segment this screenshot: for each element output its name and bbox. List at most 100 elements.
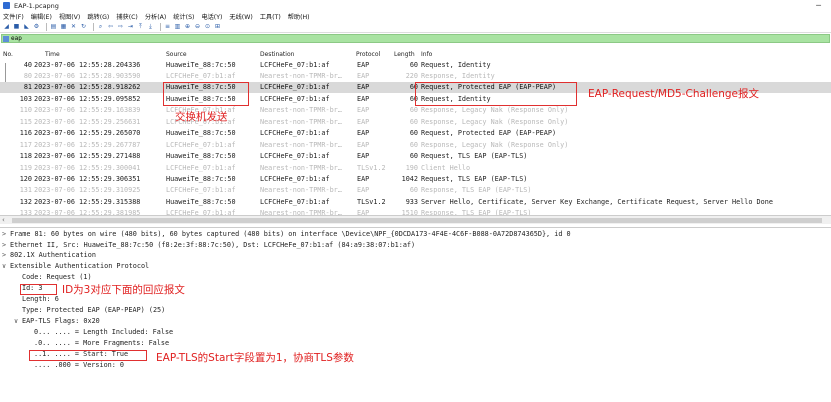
menu-tools[interactable]: 工具(T) bbox=[260, 12, 281, 21]
detail-line[interactable]: > Frame 81: 60 bytes on wire (480 bits), … bbox=[2, 230, 571, 238]
reload-icon[interactable]: ↻ bbox=[80, 23, 87, 30]
expand-arrow-icon[interactable]: > bbox=[2, 241, 10, 249]
restart-capture-icon[interactable]: ◣ bbox=[23, 23, 30, 30]
detail-line[interactable]: Type: Protected EAP (EAP-PEAP) (25) bbox=[22, 306, 165, 314]
packet-row[interactable]: 80 2023-07-06 12:55:28.903590 LCFCHeFe_07:… bbox=[0, 70, 831, 82]
column-header-destination[interactable]: Destination bbox=[260, 51, 294, 58]
packet-number: 40 bbox=[23, 60, 32, 69]
packet-protocol: TLSv1.2 bbox=[357, 197, 386, 206]
resize-columns-icon[interactable]: ⊞ bbox=[214, 23, 221, 30]
column-header-no[interactable]: No. bbox=[3, 51, 13, 58]
colorize-icon[interactable]: ▥ bbox=[174, 23, 181, 30]
first-packet-icon[interactable]: ⤒ bbox=[137, 23, 144, 30]
detail-line[interactable]: ∨ Extensible Authentication Protocol bbox=[2, 262, 149, 270]
packet-info: Request, TLS EAP (EAP-TLS) bbox=[421, 152, 528, 161]
packet-number: 115 bbox=[19, 117, 32, 126]
packet-protocol: EAP bbox=[357, 152, 370, 161]
open-file-icon[interactable]: ▤ bbox=[50, 23, 57, 30]
column-header-time[interactable]: Time bbox=[45, 51, 60, 58]
scroll-left-arrow-icon[interactable]: ‹ bbox=[2, 216, 5, 224]
packet-row[interactable]: 131 2023-07-06 12:55:29.310925 LCFCHeFe_07… bbox=[0, 185, 831, 197]
goto-icon[interactable]: ⇥ bbox=[127, 23, 134, 30]
menu-file[interactable]: 文件(F) bbox=[3, 12, 24, 21]
menu-help[interactable]: 帮助(H) bbox=[288, 12, 310, 21]
detail-text: .... .000 = Version: 0 bbox=[34, 360, 125, 369]
packet-number: 110 bbox=[19, 106, 32, 115]
detail-line[interactable]: >802.1X Authentication bbox=[2, 251, 96, 259]
column-header-source[interactable]: Source bbox=[166, 51, 187, 58]
detail-line[interactable]: .... .000 = Version: 0 bbox=[34, 361, 124, 369]
packet-row[interactable]: 132 2023-07-06 12:55:29.315388 HuaweiTe_88… bbox=[0, 196, 831, 208]
annotation-start-note: EAP-TLS的Start字段置为1，协商TLS参数 bbox=[156, 352, 354, 364]
detail-line[interactable]: > Ethernet II, Src: HuaweiTe_88:7c:50 (f8… bbox=[2, 241, 415, 249]
packet-time: 2023-07-06 12:55:28.918262 bbox=[34, 83, 141, 92]
detail-text: Code: Request (1) bbox=[22, 272, 92, 281]
menu-wireless[interactable]: 无线(W) bbox=[229, 12, 252, 21]
title-bar: EAP-1.pcapng ─ bbox=[0, 0, 831, 11]
packet-info: Request, Protected EAP (EAP-PEAP) bbox=[421, 129, 557, 138]
packet-row[interactable]: 119 2023-07-06 12:55:29.300041 LCFCHeFe_07… bbox=[0, 162, 831, 174]
menu-bar: 文件(F) 编辑(E) 视图(V) 跳转(G) 捕获(C) 分析(A) 统计(S… bbox=[0, 11, 831, 21]
detail-line[interactable]: 0... .... = Length Included: False bbox=[34, 328, 173, 336]
detail-text: EAP-TLS Flags: 0x20 bbox=[22, 316, 100, 325]
zoom-out-icon[interactable]: ⊖ bbox=[194, 23, 201, 30]
scrollbar-thumb[interactable] bbox=[12, 218, 822, 223]
close-file-icon[interactable]: ✕ bbox=[70, 23, 77, 30]
expand-arrow-icon[interactable]: > bbox=[2, 230, 10, 238]
menu-go[interactable]: 跳转(G) bbox=[87, 12, 109, 21]
packet-destination: LCFCHeFe_07:b1:af bbox=[260, 60, 330, 69]
packet-info: Response, Legacy Nak (Response Only) bbox=[421, 117, 569, 126]
packet-destination: LCFCHeFe_07:b1:af bbox=[260, 197, 330, 206]
packet-row[interactable]: 118 2023-07-06 12:55:29.271488 HuaweiTe_88… bbox=[0, 151, 831, 163]
find-icon[interactable]: ⌕ bbox=[97, 23, 104, 30]
zoom-reset-icon[interactable]: ⊙ bbox=[204, 23, 211, 30]
options-icon[interactable]: ⚙ bbox=[33, 23, 40, 30]
detail-line[interactable]: ∨ EAP-TLS Flags: 0x20 bbox=[14, 317, 100, 325]
menu-edit[interactable]: 编辑(E) bbox=[31, 12, 52, 21]
column-header-info[interactable]: Info bbox=[421, 51, 432, 58]
forward-icon[interactable]: ⇨ bbox=[117, 23, 124, 30]
collapse-arrow-icon[interactable]: ∨ bbox=[2, 262, 10, 270]
minimize-button[interactable]: ─ bbox=[816, 1, 821, 10]
column-header-protocol[interactable]: Protocol bbox=[356, 51, 380, 58]
packet-protocol: EAP bbox=[357, 106, 370, 115]
expand-arrow-icon[interactable]: > bbox=[2, 251, 10, 259]
menu-analyze[interactable]: 分析(A) bbox=[145, 12, 166, 21]
packet-protocol: EAP bbox=[357, 94, 370, 103]
last-packet-icon[interactable]: ⤓ bbox=[147, 23, 154, 30]
packet-row[interactable]: 40 2023-07-06 12:55:28.204336 HuaweiTe_88:… bbox=[0, 59, 831, 71]
column-header-length[interactable]: Length bbox=[394, 51, 415, 58]
packet-row[interactable]: 120 2023-07-06 12:55:29.306351 HuaweiTe_88… bbox=[0, 174, 831, 186]
display-filter-input[interactable]: eap bbox=[11, 35, 22, 42]
menu-statistics[interactable]: 统计(S) bbox=[173, 12, 194, 21]
packet-row[interactable]: 110 2023-07-06 12:55:29.163839 LCFCHeFe_07… bbox=[0, 105, 831, 117]
save-file-icon[interactable]: ▦ bbox=[60, 23, 67, 30]
packet-number: 117 bbox=[19, 140, 32, 149]
packet-list-scrollbar[interactable]: ‹ bbox=[0, 215, 831, 224]
start-capture-icon[interactable]: ◢ bbox=[3, 23, 10, 30]
packet-source: HuaweiTe_88:7c:50 bbox=[166, 60, 236, 69]
menu-view[interactable]: 视图(V) bbox=[59, 12, 80, 21]
menu-capture[interactable]: 捕获(C) bbox=[116, 12, 138, 21]
collapse-arrow-icon[interactable]: ∨ bbox=[14, 317, 22, 325]
back-icon[interactable]: ⇦ bbox=[107, 23, 114, 30]
stop-capture-icon[interactable]: ■ bbox=[13, 23, 20, 30]
detail-line[interactable]: .0.. .... = More Fragments: False bbox=[34, 339, 169, 347]
detail-line[interactable]: Length: 6 bbox=[22, 295, 59, 303]
packet-time: 2023-07-06 12:55:29.310925 bbox=[34, 186, 141, 195]
packet-length: 60 bbox=[409, 60, 418, 69]
autoscroll-icon[interactable]: ≡ bbox=[164, 23, 171, 30]
packet-time: 2023-07-06 12:55:29.267787 bbox=[34, 140, 141, 149]
packet-time: 2023-07-06 12:55:29.306351 bbox=[34, 175, 141, 183]
menu-telephony[interactable]: 电话(Y) bbox=[201, 12, 222, 21]
zoom-in-icon[interactable]: ⊕ bbox=[184, 23, 191, 30]
packet-destination: Nearest-non-TPMR-br… bbox=[260, 163, 342, 172]
packet-row[interactable]: 115 2023-07-06 12:55:29.256631 LCFCHeFe_07… bbox=[0, 116, 831, 128]
detail-line[interactable]: Code: Request (1) bbox=[22, 273, 92, 281]
packet-row[interactable]: 116 2023-07-06 12:55:29.265070 HuaweiTe_88… bbox=[0, 128, 831, 140]
packet-row[interactable]: 117 2023-07-06 12:55:29.267787 LCFCHeFe_07… bbox=[0, 139, 831, 151]
packet-source: HuaweiTe_88:7c:50 bbox=[166, 152, 236, 161]
display-filter-bar[interactable]: eap bbox=[1, 34, 830, 43]
packet-info: Response, Legacy Nak (Response Only) bbox=[421, 140, 569, 149]
filter-bookmark-icon[interactable] bbox=[3, 35, 9, 42]
